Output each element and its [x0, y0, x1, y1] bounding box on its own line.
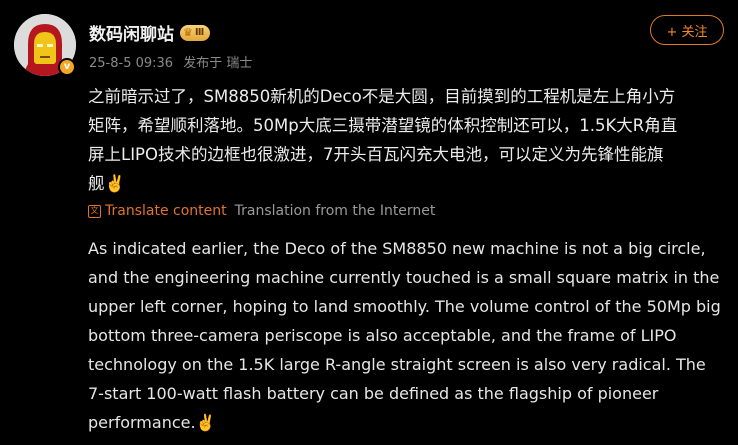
username[interactable]: 数码闲聊站 ♛ Ⅲ: [89, 20, 211, 45]
translate-row: 文 Translate content Translation from the…: [88, 203, 435, 219]
level-badge-text: Ⅲ: [194, 27, 205, 38]
post-meta: 25-8-5 09:36 发布于 瑞士: [89, 52, 258, 71]
crown-icon: ♛: [183, 26, 193, 39]
verified-badge-icon: v: [58, 58, 76, 76]
translation-source-note: Translation from the Internet: [234, 203, 436, 219]
post-text: 之前暗示过了，SM8850新机的Deco不是大圆，目前摸到的工程机是左上角小方 …: [88, 87, 678, 193]
post-location: 发布于 瑞士: [183, 56, 253, 71]
user-level-badge: ♛ Ⅲ: [180, 24, 211, 41]
username-text[interactable]: 数码闲聊站: [89, 20, 174, 45]
translate-content-label[interactable]: Translate content: [105, 203, 227, 219]
follow-button[interactable]: + 关注: [650, 15, 724, 45]
translated-text: As indicated earlier, the Deco of the SM…: [88, 239, 721, 432]
translate-content-link[interactable]: 文 Translate content: [88, 203, 227, 219]
post-timestamp: 25-8-5 09:36: [89, 56, 174, 71]
translate-icon: 文: [88, 204, 101, 218]
